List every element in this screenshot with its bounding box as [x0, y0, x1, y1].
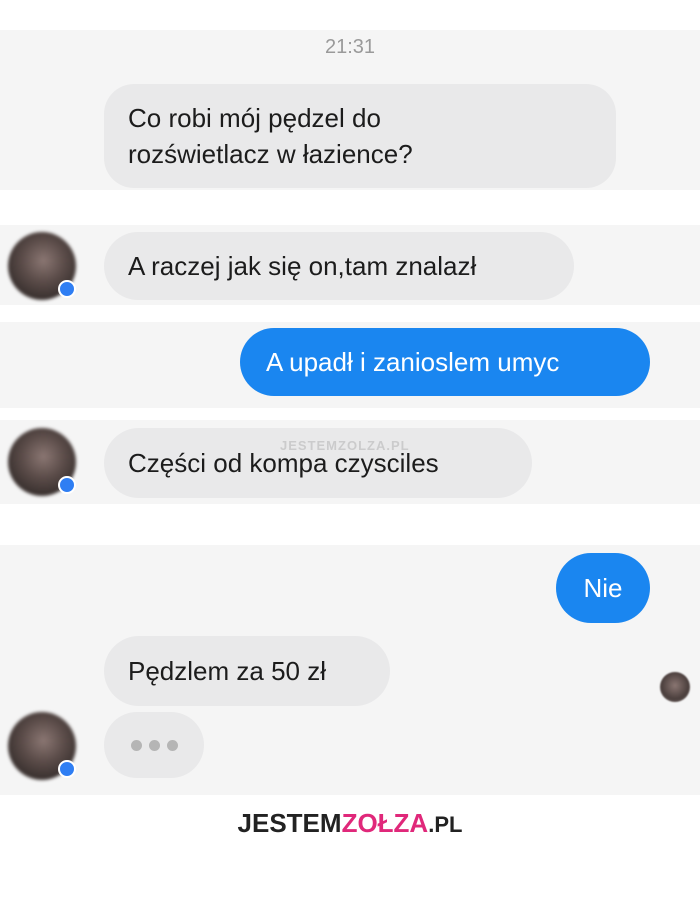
- online-status-icon: [58, 760, 76, 778]
- typing-dot-icon: [148, 739, 160, 751]
- message-timestamp: 21:31: [324, 36, 376, 58]
- message-text: Co robi mój pędzel do rozświetlacz w łaz…: [128, 103, 413, 169]
- watermark: JESTEMZOLZA.PL: [280, 438, 410, 453]
- typing-indicator: [104, 712, 204, 778]
- contact-avatar[interactable]: [6, 710, 80, 784]
- logo-text-part2: ZOŁZA: [341, 808, 429, 838]
- typing-dot-icon: [166, 739, 178, 751]
- logo-text-part1: JESTEM: [237, 808, 342, 838]
- message-bubble-incoming[interactable]: A raczej jak się on,tam znalazł: [104, 232, 574, 300]
- message-bubble-outgoing[interactable]: A upadł i zanioslem umyc: [240, 328, 650, 396]
- message-text: A upadł i zanioslem umyc: [266, 347, 560, 377]
- message-bubble-outgoing[interactable]: Co robi mój pędzel do rozświetlacz w łaz…: [104, 84, 616, 188]
- message-text: A raczej jak się on,tam znalazł: [128, 251, 477, 281]
- online-status-icon: [58, 476, 76, 494]
- logo-text-part3: .PL: [428, 812, 463, 837]
- message-text: Nie: [583, 573, 623, 603]
- message-text: Pędzlem za 50 zł: [128, 656, 326, 686]
- contact-avatar[interactable]: [6, 230, 80, 304]
- message-bubble-incoming[interactable]: Pędzlem za 50 zł: [104, 636, 390, 706]
- seen-indicator-avatar: [660, 672, 690, 702]
- contact-avatar[interactable]: [6, 426, 80, 500]
- typing-dot-icon: [130, 739, 142, 751]
- message-bubble-outgoing[interactable]: Nie: [556, 553, 650, 623]
- online-status-icon: [58, 280, 76, 298]
- site-logo: JESTEMZOŁZA.PL: [0, 808, 700, 839]
